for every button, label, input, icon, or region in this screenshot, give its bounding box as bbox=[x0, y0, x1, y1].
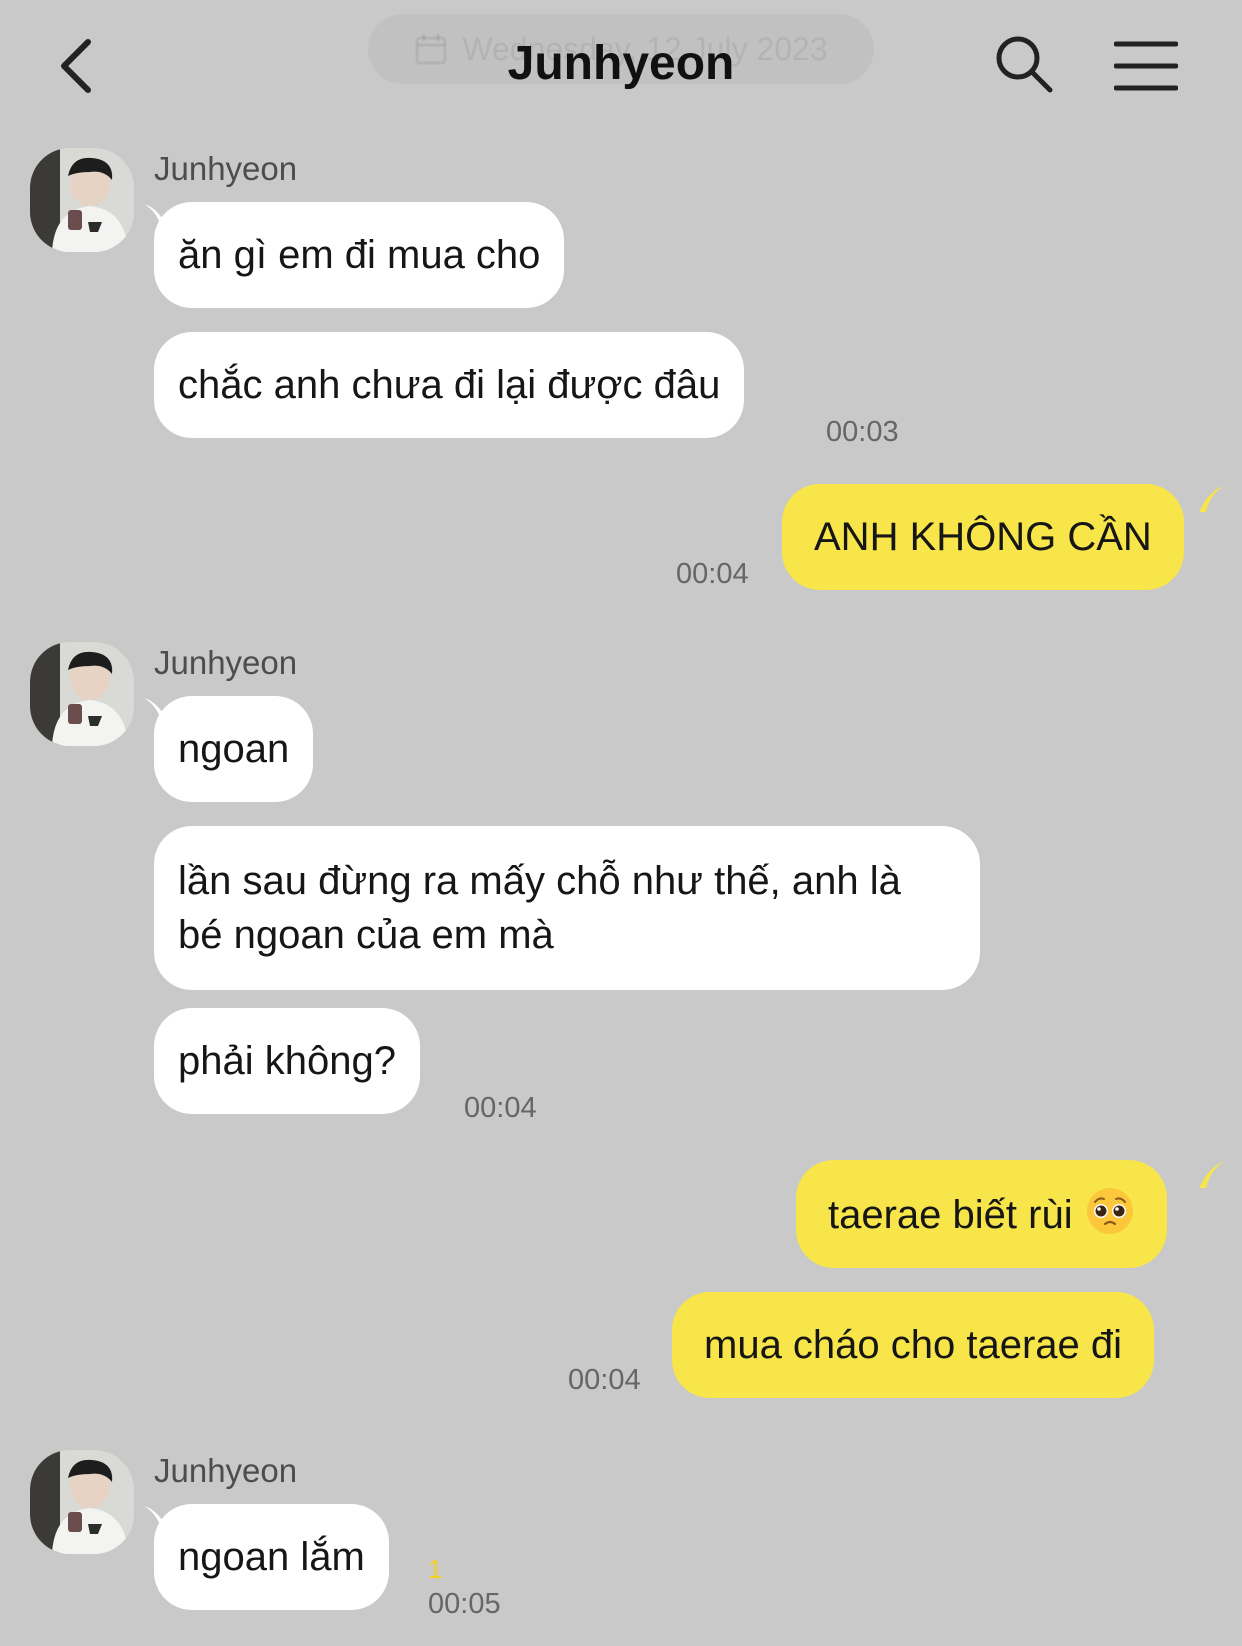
unread-count: 1 bbox=[428, 1554, 443, 1584]
bubble-tail bbox=[1200, 1162, 1224, 1188]
avatar[interactable] bbox=[30, 642, 134, 746]
search-button[interactable] bbox=[994, 34, 1054, 96]
sender-name: Junhyeon bbox=[154, 1452, 298, 1489]
hamburger-menu-icon bbox=[1113, 41, 1179, 91]
avatar[interactable] bbox=[30, 1450, 134, 1554]
message-time: 00:04 bbox=[568, 1364, 641, 1396]
message-bubble-incoming[interactable]: phải không? bbox=[154, 1008, 420, 1114]
message-bubble-incoming[interactable]: ngoan bbox=[154, 696, 314, 802]
chat-header: Wednesday, 12 July 2023 Junhyeon bbox=[0, 0, 1242, 130]
message-bubble-incoming[interactable]: ngoan lắm bbox=[154, 1504, 389, 1610]
search-icon bbox=[996, 36, 1053, 93]
message-time: 00:04 bbox=[676, 558, 749, 590]
message-time: 00:04 bbox=[464, 1092, 537, 1124]
avatar-photo bbox=[30, 148, 134, 252]
message-bubble-incoming[interactable]: ăn gì em đi mua cho bbox=[154, 202, 565, 308]
avatar-photo bbox=[30, 642, 134, 746]
sender-name: Junhyeon bbox=[154, 150, 298, 187]
menu-button[interactable] bbox=[1113, 40, 1179, 92]
avatar-photo bbox=[30, 1450, 134, 1554]
pleading-face-emoji bbox=[1086, 1188, 1133, 1234]
sender-name: Junhyeon bbox=[154, 644, 298, 681]
message-time: 00:05 bbox=[428, 1588, 501, 1620]
back-button[interactable] bbox=[56, 36, 100, 96]
chat-title: Junhyeon bbox=[507, 37, 735, 90]
avatar[interactable] bbox=[30, 148, 134, 252]
bubble-tail bbox=[1200, 486, 1224, 512]
message-text: taerae biết rùi bbox=[828, 1193, 1073, 1237]
message-bubble-incoming[interactable]: lần sau đừng ra mấy chỗ như thế, anh là … bbox=[154, 826, 980, 990]
message-bubble-outgoing[interactable]: ANH KHÔNG CẦN bbox=[782, 484, 1184, 590]
message-bubble-outgoing[interactable]: mua cháo cho taerae đi bbox=[672, 1292, 1155, 1398]
message-time: 00:03 bbox=[826, 416, 899, 448]
message-bubble-incoming[interactable]: chắc anh chưa đi lại được đâu bbox=[154, 332, 745, 438]
chevron-left-icon bbox=[61, 39, 91, 93]
message-bubble-outgoing[interactable]: taerae biết rùi bbox=[796, 1160, 1167, 1268]
